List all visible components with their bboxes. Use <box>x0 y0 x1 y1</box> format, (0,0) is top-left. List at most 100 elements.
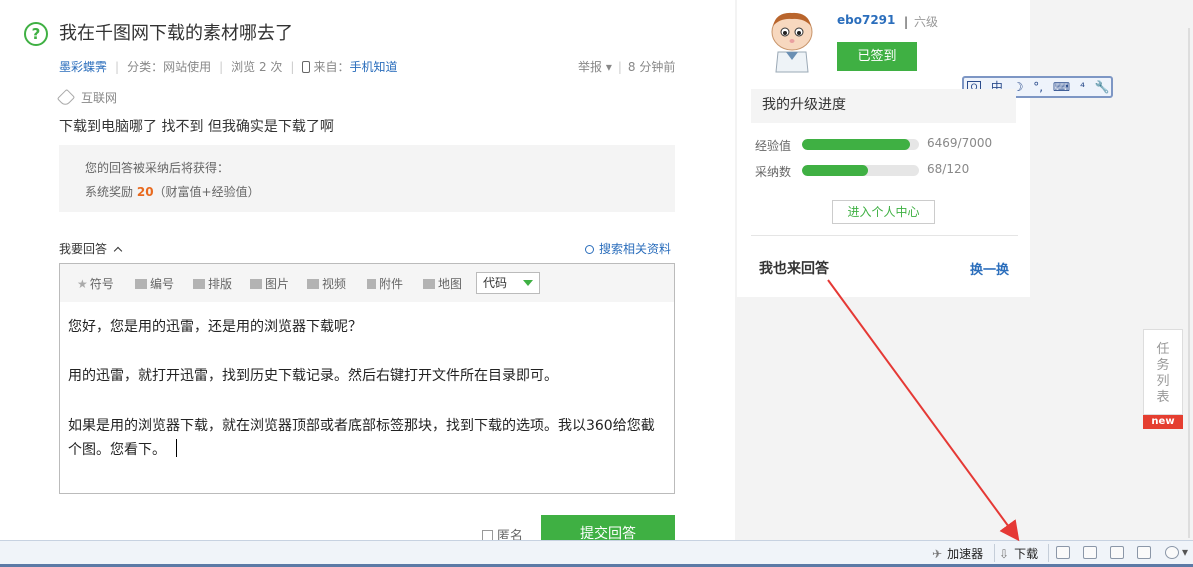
window-icon[interactable] <box>1137 546 1151 559</box>
exp-value: 6469/7000 <box>927 136 993 150</box>
question-body: 下载到电脑哪了 找不到 但我确实是下载了啊 <box>59 119 334 135</box>
wrench-icon[interactable]: 🔧 <box>1095 80 1110 94</box>
map-icon <box>423 279 435 289</box>
task-list-char: 任 <box>1156 342 1170 357</box>
author-link[interactable]: 墨彩蝶霁 <box>59 60 107 74</box>
chevron-up-icon <box>113 246 123 256</box>
username-link[interactable]: ebo7291 <box>837 13 895 27</box>
rocket-icon: ✈ <box>932 547 943 561</box>
accelerator-label: 加速器 <box>947 547 984 561</box>
question-meta-right: 举报 ▾ | 8 分钟前 <box>578 60 676 74</box>
report-link[interactable]: 举报 <box>578 60 602 74</box>
question-meta: 墨彩蝶霁 | 分类：网站使用 | 浏览 2 次 | 来自：手机知道 <box>59 60 398 74</box>
exp-progress-bar <box>802 139 919 150</box>
answer-line-4: 个图。您看下。 <box>68 442 166 458</box>
tag-label: 互联网 <box>81 91 118 105</box>
download-label: 下载 <box>1014 547 1039 561</box>
answer-line-1: 您好，您是用的迅雷，还是用的浏览器下载呢？ <box>68 319 362 335</box>
exp-progress-fill <box>802 139 911 150</box>
video-button[interactable]: 视频 <box>307 275 346 292</box>
tag-icon <box>56 88 76 108</box>
question-icon: ? <box>24 22 48 46</box>
zoom-dropdown-icon[interactable]: ▾ <box>1182 545 1188 559</box>
zoom-icon[interactable] <box>1165 546 1179 559</box>
video-label: 视频 <box>322 277 347 291</box>
task-list-char: 列 <box>1156 374 1170 389</box>
personal-center-button[interactable]: 进入个人中心 <box>832 200 935 224</box>
handwrite-icon[interactable]: ⁴ <box>1080 80 1085 94</box>
adopt-progress-fill <box>802 165 869 176</box>
browser-status-bar: ✈ 加速器 ⇩ 下载 ▾ <box>0 540 1193 564</box>
numbering-label: 编号 <box>150 277 175 291</box>
code-select-value: 代码 <box>483 276 508 290</box>
adopt-progress-bar <box>802 165 919 176</box>
status-separator <box>1048 544 1049 562</box>
layout-label: 排版 <box>208 277 233 291</box>
answer-editor[interactable]: ★ 符号 编号 排版 图片 视频 附件 地图 代码 您好，您是用的迅雷，还是用的浏… <box>59 263 675 494</box>
task-list-char: 表 <box>1156 390 1170 405</box>
trash-icon[interactable] <box>1083 546 1097 559</box>
signed-in-button[interactable]: 已签到 <box>837 42 917 71</box>
adopt-value: 68/120 <box>927 162 970 176</box>
search-related-link[interactable]: 搜索相关资料 <box>585 240 671 257</box>
question-panel: ? 我在千图网下载的素材哪去了 墨彩蝶霁 | 分类：网站使用 | 浏览 2 次 | 来自：手… <box>0 0 735 544</box>
sound-icon[interactable] <box>1110 546 1124 559</box>
question-title: 我在千图网下载的素材哪去了 <box>59 23 293 44</box>
keyboard-icon[interactable]: ⌨ <box>1053 80 1070 94</box>
switch-batch-link[interactable]: 换一换 <box>970 259 1009 278</box>
attachment-icon <box>367 279 376 289</box>
upgrade-progress-title: 我的升级进度 <box>751 89 1016 123</box>
punctuation-icon[interactable]: °, <box>1033 80 1043 94</box>
map-label: 地图 <box>438 277 463 291</box>
layout-button[interactable]: 排版 <box>193 275 232 292</box>
symbol-button[interactable]: ★ 符号 <box>77 275 114 292</box>
category-label: 分类： <box>127 60 164 74</box>
image-button[interactable]: 图片 <box>250 275 289 292</box>
text-caret <box>176 439 177 457</box>
user-level-label: 六级 <box>914 15 939 29</box>
user-level: | 六级 <box>904 15 939 29</box>
scrollbar[interactable] <box>1188 28 1190 538</box>
code-select[interactable]: 代码 <box>476 272 540 294</box>
reward-suffix: （财富值+经验值） <box>153 185 260 199</box>
editor-toolbar: ★ 符号 编号 排版 图片 视频 附件 地图 代码 <box>60 264 674 302</box>
star-icon: ★ <box>77 277 88 291</box>
source-link[interactable]: 手机知道 <box>349 60 397 74</box>
search-icon <box>585 245 594 254</box>
video-icon <box>307 279 319 289</box>
reward-intro: 您的回答被采纳后将获得： <box>85 161 230 175</box>
category-link[interactable]: 网站使用 <box>163 60 211 74</box>
attachment-button[interactable]: 附件 <box>367 275 403 292</box>
new-badge: new <box>1143 415 1183 429</box>
user-avatar[interactable] <box>764 10 820 74</box>
accelerator-button[interactable]: ✈ 加速器 <box>932 545 983 562</box>
submit-answer-button[interactable]: 提交回答 <box>541 515 675 540</box>
map-button[interactable]: 地图 <box>423 275 462 292</box>
answer-line-4-wrap: 个图。您看下。 <box>68 439 177 459</box>
add-tab-icon[interactable] <box>1056 546 1070 559</box>
image-icon <box>250 279 262 289</box>
answer-label: 我要回答 <box>59 242 108 256</box>
status-separator <box>994 544 995 562</box>
symbol-label: 符号 <box>89 277 114 291</box>
post-time: 8 分钟前 <box>627 60 676 74</box>
image-label: 图片 <box>265 277 290 291</box>
attachment-label: 附件 <box>379 277 404 291</box>
answer-line-3: 如果是用的浏览器下载，就在浏览器顶部或者底部标签那块，找到下载的选项。我以360… <box>68 418 655 434</box>
reward-points: 20 <box>136 185 154 199</box>
sidebar-divider <box>751 235 1018 236</box>
task-list-char: 务 <box>1156 358 1170 373</box>
answer-line-2: 用的迅雷，就打开迅雷，找到历史下载记录。然后右键打开文件所在目录即可。 <box>68 368 558 384</box>
answer-toggle[interactable]: 我要回答 <box>59 240 123 257</box>
reward-detail: 系统奖励 20（财富值+经验值） <box>85 183 260 200</box>
download-icon: ⇩ <box>999 547 1010 561</box>
report-dropdown-icon[interactable]: ▾ <box>602 60 612 74</box>
reward-box: 您的回答被采纳后将获得： 系统奖励 20（财富值+经验值） <box>59 145 675 212</box>
adopt-label: 采纳数 <box>755 165 792 179</box>
list-icon <box>193 279 205 289</box>
task-list-button[interactable]: 任 务 列 表 <box>1143 329 1183 415</box>
numbering-button[interactable]: 编号 <box>135 275 174 292</box>
question-tag[interactable]: 互联网 <box>56 88 118 108</box>
download-button[interactable]: ⇩ 下载 <box>999 545 1038 562</box>
view-count: 浏览 2 次 <box>231 60 283 74</box>
